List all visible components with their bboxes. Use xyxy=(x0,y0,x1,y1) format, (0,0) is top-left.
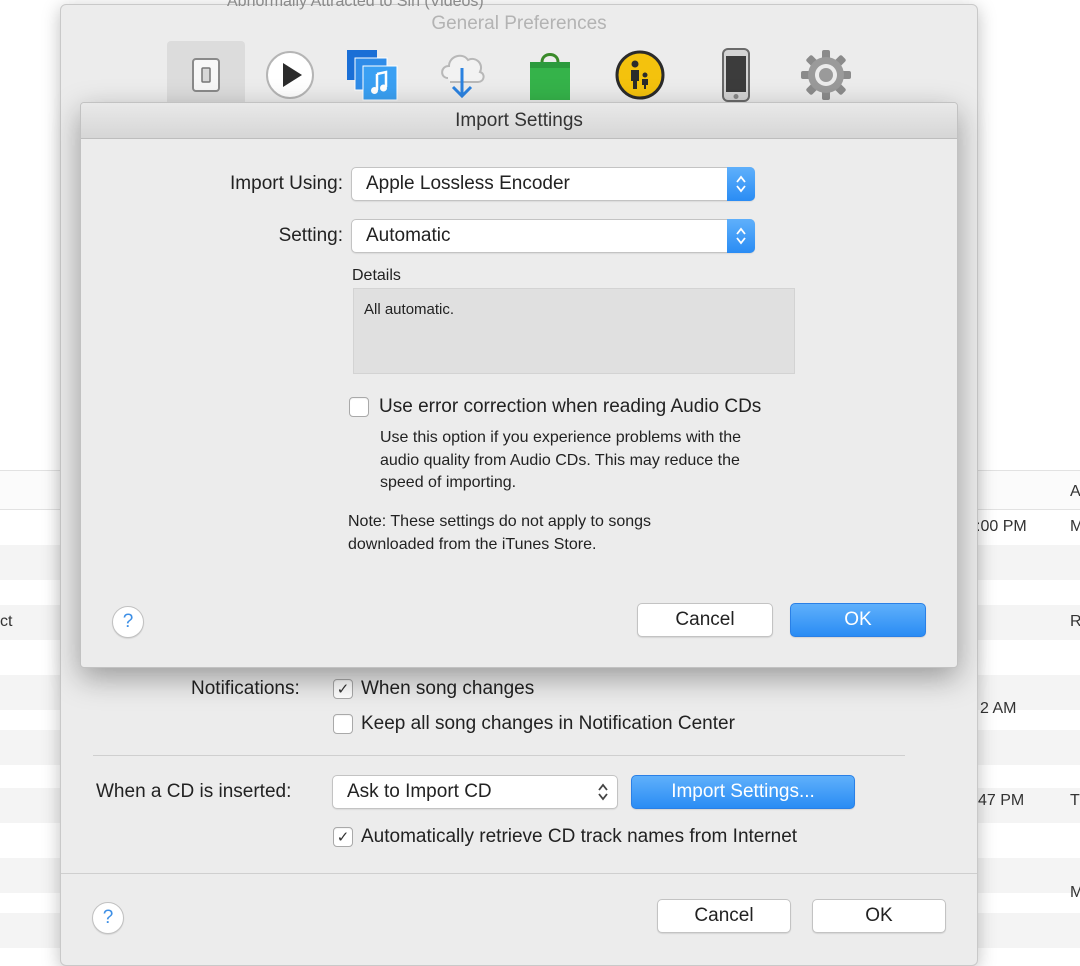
devices-icon xyxy=(722,48,750,102)
setting-stepper[interactable] xyxy=(727,219,755,253)
error-correction-help-line: speed of importing. xyxy=(380,474,517,491)
updown-arrows-icon xyxy=(598,783,608,801)
setting-select[interactable]: Automatic xyxy=(351,219,755,253)
sheet-ok-button[interactable]: OK xyxy=(790,603,926,637)
error-correction-help-line: Use this option if you experience proble… xyxy=(380,429,742,446)
keep-all-song-changes-label: Keep all song changes in Notification Ce… xyxy=(361,713,735,734)
background-row-text: R xyxy=(1070,613,1080,630)
when-song-changes-label: When song changes xyxy=(361,678,535,699)
toolbar-downloads[interactable] xyxy=(423,41,501,109)
import-using-label: Import Using: xyxy=(230,173,343,194)
background-row-time: :00 PM xyxy=(976,518,1027,535)
toolbar-playback[interactable] xyxy=(251,41,329,109)
toolbar-advanced[interactable] xyxy=(787,41,865,109)
toolbar-parental[interactable] xyxy=(601,41,679,109)
auto-retrieve-label: Automatically retrieve CD track names fr… xyxy=(361,826,798,847)
toolbar-sharing[interactable] xyxy=(333,41,411,109)
details-text: All automatic. xyxy=(364,301,455,318)
details-label: Details xyxy=(352,267,401,284)
prefs-ok-button[interactable]: OK xyxy=(812,899,946,933)
updown-arrows-icon xyxy=(736,227,746,245)
toolbar-store[interactable] xyxy=(511,41,589,109)
footer-divider xyxy=(61,873,977,874)
note-line: downloaded from the iTunes Store. xyxy=(348,536,597,553)
sharing-icon xyxy=(347,50,398,101)
details-box: All automatic. xyxy=(353,288,795,374)
import-using-value: Apple Lossless Encoder xyxy=(366,173,570,194)
setting-label: Setting: xyxy=(278,225,343,246)
background-top-text: Abnormally Attracted to Sin (Videos) xyxy=(227,0,484,10)
sheet-cancel-button[interactable]: Cancel xyxy=(637,603,773,637)
parental-icon xyxy=(615,50,665,100)
cd-action-select[interactable]: Ask to Import CD xyxy=(332,775,618,809)
background-row-text: M xyxy=(1070,518,1080,535)
error-correction-checkbox[interactable] xyxy=(349,397,369,417)
updown-arrows-icon xyxy=(736,175,746,193)
background-row-text: T xyxy=(1070,792,1080,809)
background-header-text: A xyxy=(1070,483,1080,500)
playback-icon xyxy=(266,51,314,99)
import-using-stepper[interactable] xyxy=(727,167,755,201)
advanced-icon xyxy=(801,50,851,100)
general-icon xyxy=(192,58,220,92)
background-row-text: ct xyxy=(0,613,13,630)
window-title: General Preferences xyxy=(431,13,607,34)
prefs-cancel-button[interactable]: Cancel xyxy=(657,899,791,933)
setting-value: Automatic xyxy=(366,225,451,246)
error-correction-label: Use error correction when reading Audio … xyxy=(379,396,762,417)
keep-all-song-changes-checkbox[interactable] xyxy=(333,714,353,734)
cd-action-value: Ask to Import CD xyxy=(347,781,492,802)
downloads-icon xyxy=(441,54,485,99)
background-row-time: 47 PM xyxy=(978,792,1025,809)
import-settings-button[interactable]: Import Settings... xyxy=(631,775,855,809)
background-row-time: 2 AM xyxy=(980,700,1017,717)
notifications-label: Notifications: xyxy=(191,678,300,699)
section-divider xyxy=(93,755,905,756)
store-icon xyxy=(530,53,570,100)
background-row-text: M xyxy=(1070,884,1080,901)
prefs-help-button[interactable]: ? xyxy=(92,902,124,934)
sheet-title: Import Settings xyxy=(81,103,957,139)
when-song-changes-checkbox[interactable]: ✓ xyxy=(333,679,353,699)
sheet-help-button[interactable]: ? xyxy=(112,606,144,638)
error-correction-help-line: audio quality from Audio CDs. This may r… xyxy=(380,452,740,469)
auto-retrieve-checkbox[interactable]: ✓ xyxy=(333,827,353,847)
cd-inserted-label: When a CD is inserted: xyxy=(96,781,292,802)
toolbar-general[interactable] xyxy=(167,41,245,109)
import-using-select[interactable]: Apple Lossless Encoder xyxy=(351,167,755,201)
toolbar-devices[interactable] xyxy=(697,41,775,109)
import-settings-sheet: Import Settings Import Using: Apple Loss… xyxy=(80,102,958,668)
note-line: Note: These settings do not apply to son… xyxy=(348,513,652,530)
